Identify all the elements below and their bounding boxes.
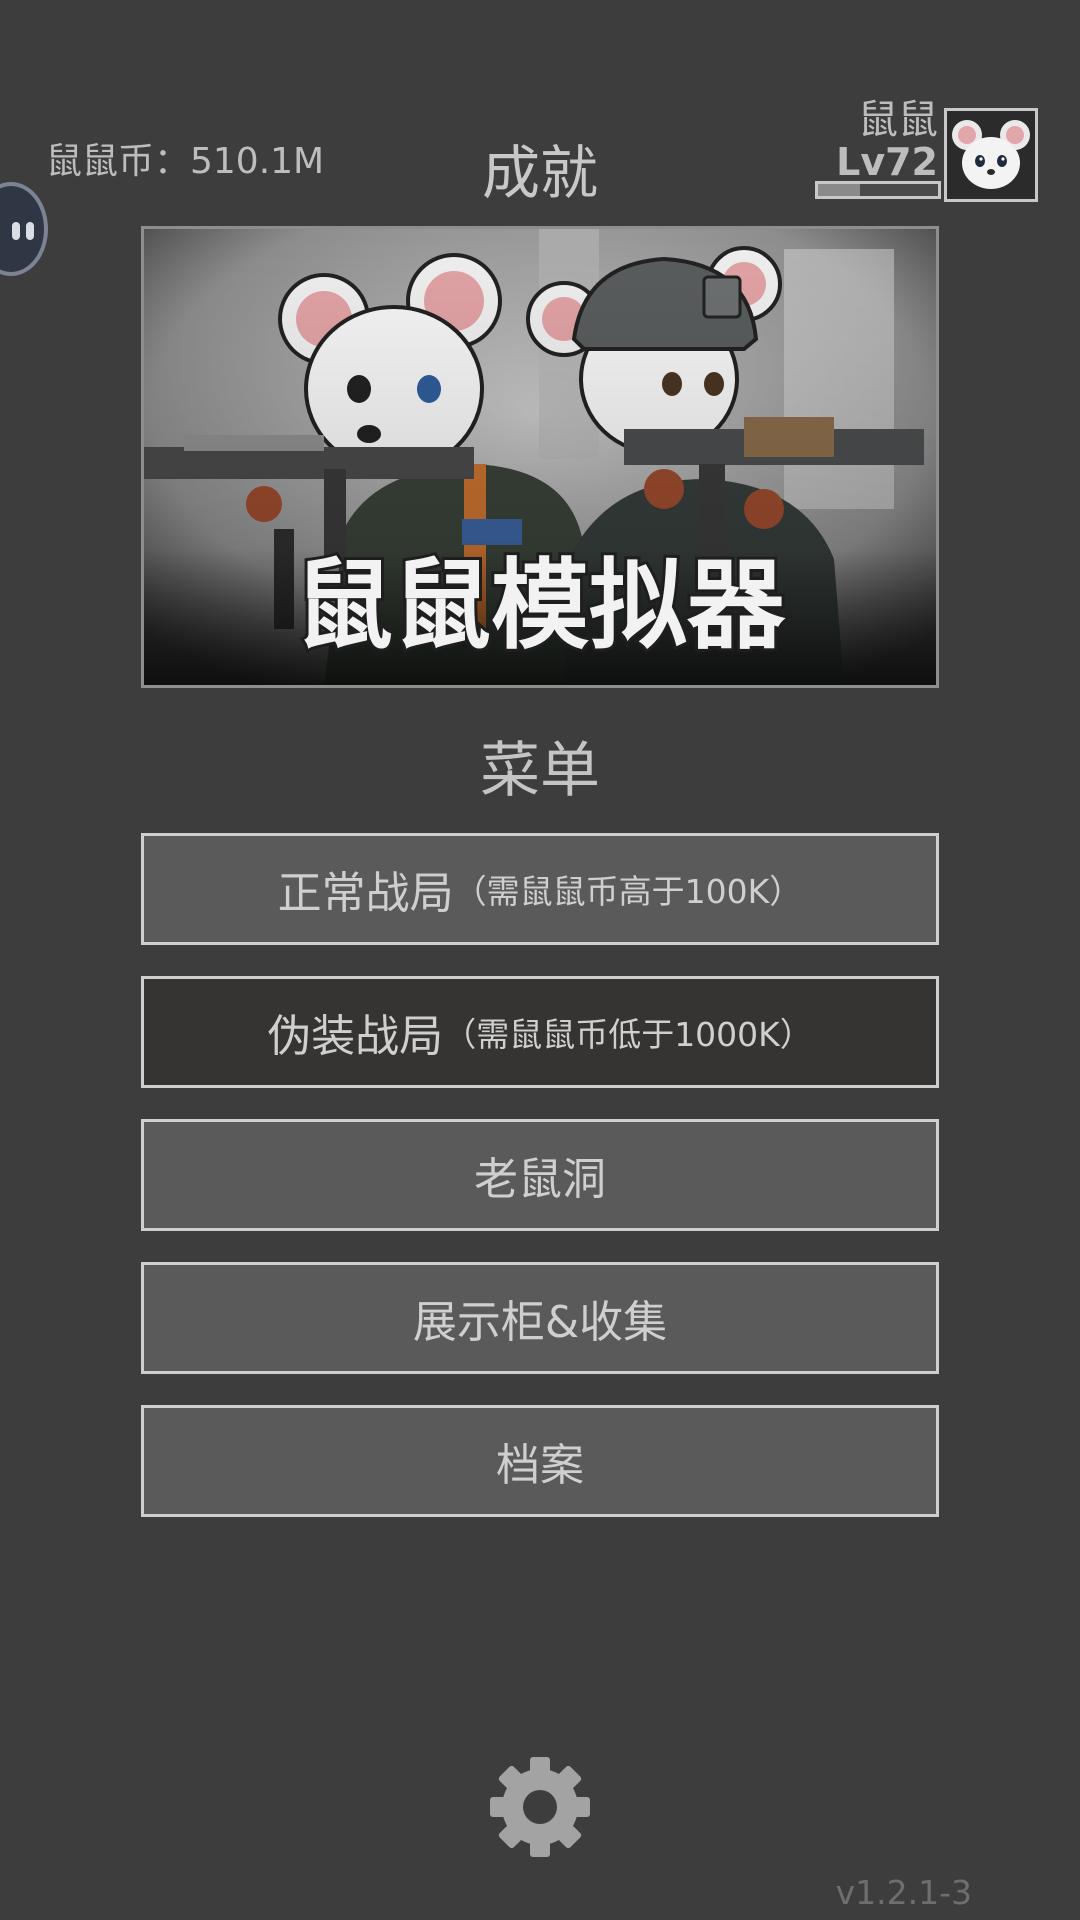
- xp-progress-bar: [815, 181, 941, 199]
- menu-title: 菜单: [480, 736, 600, 806]
- settings-button[interactable]: [488, 1755, 592, 1859]
- gear-icon: [490, 1757, 590, 1857]
- normal-match-requirement: （需鼠鼠币高于100K）: [453, 872, 803, 911]
- archive-button[interactable]: 档案: [141, 1405, 939, 1517]
- banner-artwork: 鼠鼠模拟器: [144, 229, 936, 685]
- main-menu-screen: 鼠鼠币：510.1M 成就 鼠鼠 Lv72 鼠鼠模拟器 菜单 正常战局 （需鼠鼠…: [0, 0, 1080, 1920]
- achievements-button[interactable]: 成就: [440, 126, 640, 210]
- version-label: v1.2.1-3: [835, 1873, 972, 1912]
- normal-match-button[interactable]: 正常战局 （需鼠鼠币高于100K）: [141, 833, 939, 945]
- disguise-match-button[interactable]: 伪装战局 （需鼠鼠币低于1000K）: [141, 976, 939, 1088]
- player-avatar[interactable]: [944, 108, 1038, 202]
- disguise-match-requirement: （需鼠鼠币低于1000K）: [443, 1015, 813, 1054]
- disguise-match-label: 伪装战局: [267, 1011, 444, 1062]
- normal-match-label: 正常战局: [277, 868, 454, 919]
- mouse-hole-label: 老鼠洞: [474, 1154, 606, 1205]
- banner-title: 鼠鼠模拟器: [295, 549, 786, 663]
- mouse-hole-button[interactable]: 老鼠洞: [141, 1119, 939, 1231]
- assistant-eye: [12, 222, 20, 240]
- game-banner: 鼠鼠模拟器: [141, 226, 939, 688]
- mouse-avatar-icon: [947, 111, 1035, 199]
- side-assistant-icon[interactable]: [0, 182, 48, 276]
- showcase-collection-button[interactable]: 展示柜&收集: [141, 1262, 939, 1374]
- archive-label: 档案: [496, 1440, 584, 1491]
- currency-display: 鼠鼠币：510.1M: [46, 141, 325, 182]
- assistant-eye: [26, 222, 34, 240]
- player-name: 鼠鼠: [858, 97, 938, 143]
- xp-progress-fill: [818, 184, 860, 196]
- player-level: Lv72: [836, 140, 938, 184]
- showcase-collection-label: 展示柜&收集: [412, 1297, 668, 1348]
